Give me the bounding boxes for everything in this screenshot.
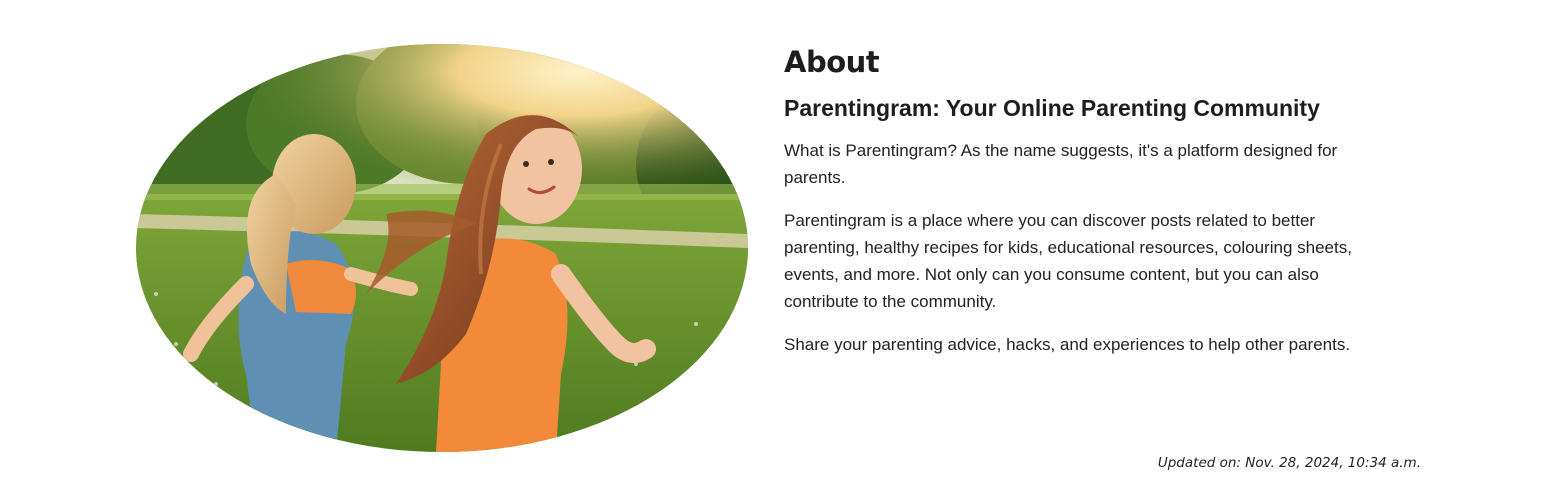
- about-paragraph-1: What is Parentingram? As the name sugges…: [784, 141, 1338, 187]
- about-content: About Parentingram: Your Online Parentin…: [784, 42, 1394, 358]
- updated-timestamp: Updated on: Nov. 28, 2024, 10:34 a.m.: [1157, 455, 1421, 471]
- about-paragraph-3: Share your parenting advice, hacks, and …: [784, 335, 1351, 354]
- about-heading: About: [784, 45, 880, 79]
- about-photo: [136, 44, 748, 452]
- about-photo-illustration: [136, 44, 748, 452]
- about-paragraph-2: Parentingram is a place where you can di…: [784, 211, 1352, 311]
- about-subheading: Parentingram: Your Online Parenting Comm…: [784, 95, 1320, 121]
